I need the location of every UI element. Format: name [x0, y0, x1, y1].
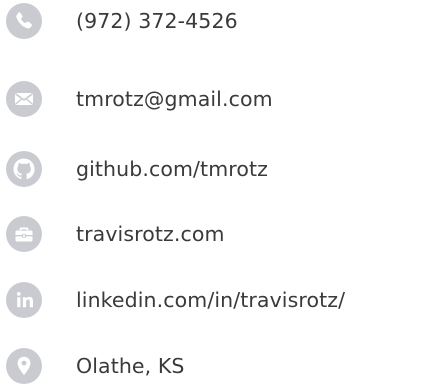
briefcase-icon — [6, 216, 42, 252]
contact-item-linkedin[interactable]: linkedin.com/in/travisrotz/ — [0, 280, 423, 320]
contact-item-github[interactable]: github.com/tmrotz — [0, 149, 423, 189]
contact-item-website[interactable]: travisrotz.com — [0, 214, 423, 254]
contact-item-email[interactable]: tmrotz@gmail.com — [0, 79, 423, 119]
phone-icon — [6, 3, 42, 39]
email-address[interactable]: tmrotz@gmail.com — [76, 85, 273, 113]
linkedin-link[interactable]: linkedin.com/in/travisrotz/ — [76, 286, 345, 314]
contact-list: (972) 372-4526 tmrotz@gmail.com github.c… — [0, 0, 423, 392]
location-text: Olathe, KS — [76, 354, 185, 378]
contact-item-location: Olathe, KS — [0, 346, 423, 386]
contact-item-phone[interactable]: (972) 372-4526 — [0, 1, 423, 41]
github-link[interactable]: github.com/tmrotz — [76, 155, 268, 183]
phone-number[interactable]: (972) 372-4526 — [76, 7, 238, 35]
envelope-icon — [6, 81, 42, 117]
map-pin-icon — [6, 348, 42, 384]
website-link[interactable]: travisrotz.com — [76, 220, 225, 248]
linkedin-icon — [6, 282, 42, 318]
github-icon — [6, 151, 42, 187]
